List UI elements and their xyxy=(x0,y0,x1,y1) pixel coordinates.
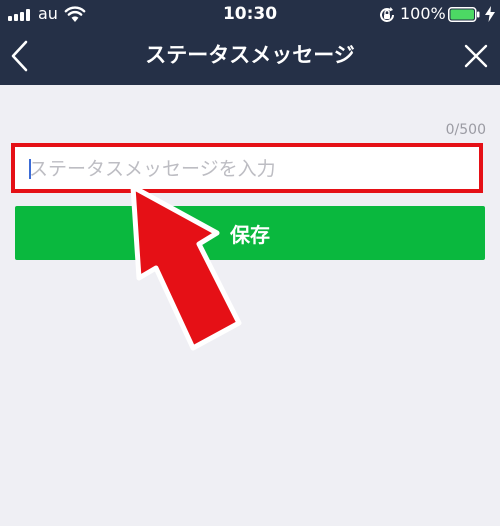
red-arrow-pointer xyxy=(130,184,242,351)
header: au 10:30 100% ステータスメッセージ xyxy=(0,0,500,85)
close-button[interactable] xyxy=(464,44,488,68)
nav-bar: ステータスメッセージ xyxy=(0,28,500,85)
battery-percent: 100% xyxy=(400,4,446,23)
chevron-left-icon xyxy=(11,40,28,72)
back-button[interactable] xyxy=(8,40,32,72)
battery-icon xyxy=(448,7,480,22)
rotation-lock-icon xyxy=(380,7,394,22)
charging-bolt-icon xyxy=(485,6,495,22)
close-icon xyxy=(464,44,488,68)
character-counter: 0/500 xyxy=(445,122,486,138)
page-title: ステータスメッセージ xyxy=(145,43,355,67)
status-bar: au 10:30 100% xyxy=(0,0,500,28)
screen: au 10:30 100% ステータスメッセージ 0/500 ステータスメッセー… xyxy=(0,0,500,526)
